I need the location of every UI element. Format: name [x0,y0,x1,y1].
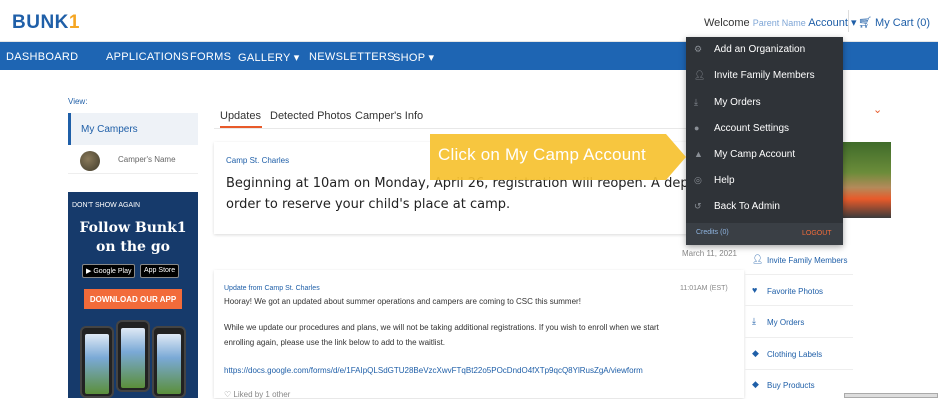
tab-updates[interactable]: Updates [220,110,261,122]
bunk1-logo[interactable]: BUNK1 [12,12,80,34]
menu-item-label: My Orders [714,97,761,108]
logo-accent: 1 [68,12,80,33]
callout-text: Click on My Camp Account [438,145,646,164]
nav-forms[interactable]: FORMS [190,51,231,63]
google-play-badge[interactable]: ▶ Google Play [82,264,136,278]
view-label: View: [68,97,88,106]
post-paragraph: Hooray! We got an updated about summer o… [224,297,581,306]
phone-image [80,326,114,398]
user-icon: ● [694,123,700,133]
phone-image [116,320,150,392]
cart-label: My Cart (0) [875,17,931,29]
avatar [80,151,100,171]
google-play-label: Google Play [93,268,132,275]
header-divider [848,10,849,32]
buy-icon: ◆ [752,379,759,389]
menu-item-label: My Camp Account [714,149,796,160]
logo-text: BUNK [12,12,69,33]
menu-item-add-organization[interactable]: ⚙ Add an Organization [686,37,843,63]
nav-gallery[interactable]: GALLERY ▾ [238,51,300,64]
menu-item-label: Account Settings [714,123,790,134]
waitlist-link[interactable]: https://docs.google.com/forms/d/e/1FAIpQ… [224,363,643,378]
download-icon: ⤓ [752,316,756,326]
post-paragraph: While we update our procedures and plans… [224,323,659,332]
cart-icon: 🛒︎ [858,17,872,29]
chevron-down-icon[interactable]: ⌄ [873,103,882,116]
promo-title-line2: on the go [96,239,170,255]
logout-button[interactable]: LOGOUT [802,230,832,237]
divider [745,305,853,306]
menu-item-back-to-admin[interactable]: ↺ Back To Admin [686,194,843,220]
camper-photo[interactable] [843,142,891,218]
menu-item-invite-family[interactable]: 👤︎ Invite Family Members [686,63,843,89]
help-icon: ◎ [694,175,702,185]
divider [745,369,853,370]
camper-name: Camper's Name [118,155,176,164]
tab-detected-photos[interactable]: Detected Photos [270,110,351,122]
my-orders-link[interactable]: My Orders [767,318,804,327]
phone-image [152,326,186,398]
favorite-photos-link[interactable]: Favorite Photos [767,287,823,296]
app-promo-panel: DON'T SHOW AGAIN Follow Bunk1 on the go … [68,192,198,398]
thumbnail-strip [844,393,938,398]
post-time: 11:01AM (EST) [680,285,728,292]
post-message-line: order to reserve your child's place at c… [226,197,511,212]
add-user-icon: 👤︎ [694,70,706,80]
menu-item-my-orders[interactable]: ⤓ My Orders [686,90,843,116]
top-bar: BUNK1 Welcome Parent Name Account ▾ 🛒︎ M… [0,0,938,42]
divider [745,337,853,338]
account-menu-button[interactable]: Account ▾ [808,17,856,29]
menu-item-label: Back To Admin [714,201,780,212]
add-user-icon: 👤︎ [752,254,764,264]
my-cart-button[interactable]: 🛒︎ My Cart (0) [858,16,930,29]
dropdown-footer: Credits (0) LOGOUT [686,223,843,245]
post-source[interactable]: Update from Camp St. Charles [224,285,320,292]
dont-show-again-link[interactable]: DON'T SHOW AGAIN [72,202,140,209]
download-icon: ⤓ [694,97,698,107]
camp-icon: ▲ [694,149,703,159]
callout-arrow [666,134,686,180]
buy-products-link[interactable]: Buy Products [767,381,815,390]
menu-item-label: Help [714,175,735,186]
parent-name: Parent Name [752,18,806,28]
my-campers-item[interactable]: My Campers [68,113,198,145]
post-date: March 11, 2021 [682,249,737,258]
nav-shop[interactable]: SHOP ▾ [393,51,434,64]
nav-applications[interactable]: APPLICATIONS [106,51,189,63]
welcome-text: Welcome Parent Name Account ▾ [704,16,857,29]
heart-icon: ♥ [752,285,758,295]
menu-item-help[interactable]: ◎ Help [686,168,843,194]
organization-icon: ⚙ [694,44,703,54]
download-app-button[interactable]: DOWNLOAD OUR APP [84,289,182,309]
menu-item-account-settings[interactable]: ● Account Settings [686,116,843,142]
post-card: Update from Camp St. Charles 11:01AM (ES… [214,270,744,399]
invite-family-link[interactable]: Invite Family Members [767,256,847,265]
menu-item-label: Invite Family Members [714,70,815,81]
nav-dashboard[interactable]: DASHBOARD [6,51,78,63]
nav-newsletters[interactable]: NEWSLETTERS [309,51,395,63]
post-source[interactable]: Camp St. Charles [226,156,289,165]
menu-item-my-camp-account[interactable]: ▲ My Camp Account [686,142,843,168]
app-store-badge[interactable]: App Store [140,264,180,278]
clothing-labels-link[interactable]: Clothing Labels [767,350,822,359]
back-icon: ↺ [694,201,702,211]
tab-divider [214,128,744,129]
camper-row[interactable]: Camper's Name [68,146,198,174]
menu-item-label: Add an Organization [714,44,806,55]
tab-campers-info[interactable]: Camper's Info [355,110,423,122]
divider [745,274,853,275]
app-store-label: App Store [144,267,176,274]
promo-title-line1: Follow Bunk1 [79,220,187,236]
welcome-prefix: Welcome [704,17,750,29]
credits-link[interactable]: Credits (0) [696,229,729,236]
tag-icon: ◆ [752,348,759,358]
post-paragraph: enrolling again, please use the link bel… [224,338,446,347]
account-dropdown-menu: ⚙ Add an Organization 👤︎ Invite Family Mem… [686,37,843,245]
